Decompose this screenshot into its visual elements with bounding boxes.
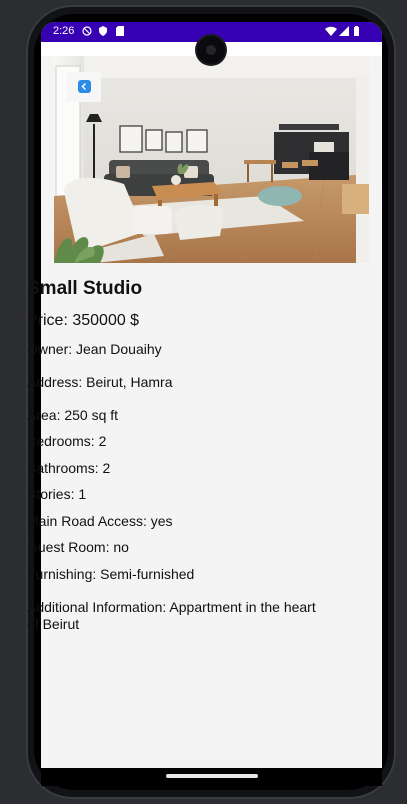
wifi-icon xyxy=(325,26,337,36)
status-time: 2:26 xyxy=(53,25,75,37)
app-screen: 2:26 xyxy=(41,22,382,768)
shield-icon xyxy=(82,26,92,36)
battery-icon xyxy=(354,26,359,36)
property-price: Price: 350000 $ xyxy=(27,312,140,329)
sd-card-icon xyxy=(116,26,124,36)
back-icon xyxy=(78,80,91,93)
property-title: Small Studio xyxy=(27,278,143,299)
property-main-road: Main Road Access: yes xyxy=(27,513,173,529)
property-stories: Stories: 1 xyxy=(27,486,87,502)
property-bedrooms: Bedrooms: 2 xyxy=(27,433,107,449)
property-guest-room: Guest Room: no xyxy=(27,539,129,555)
signal-icon xyxy=(339,26,349,36)
property-bathrooms: Bathrooms: 2 xyxy=(27,460,111,476)
property-owner: Owner: Jean Douaihy xyxy=(27,341,162,357)
property-additional-info: Additional Information: Appartment in th… xyxy=(27,599,316,632)
property-furnishing: Furnishing: Semi-furnished xyxy=(27,566,195,582)
back-button[interactable] xyxy=(67,72,101,102)
front-camera xyxy=(197,36,225,64)
home-indicator[interactable] xyxy=(166,774,258,778)
play-protect-icon xyxy=(99,26,107,36)
property-address: Address: Beirut, Hamra xyxy=(27,374,173,390)
property-area: Area: 250 sq ft xyxy=(27,407,119,423)
property-photo xyxy=(54,56,369,263)
